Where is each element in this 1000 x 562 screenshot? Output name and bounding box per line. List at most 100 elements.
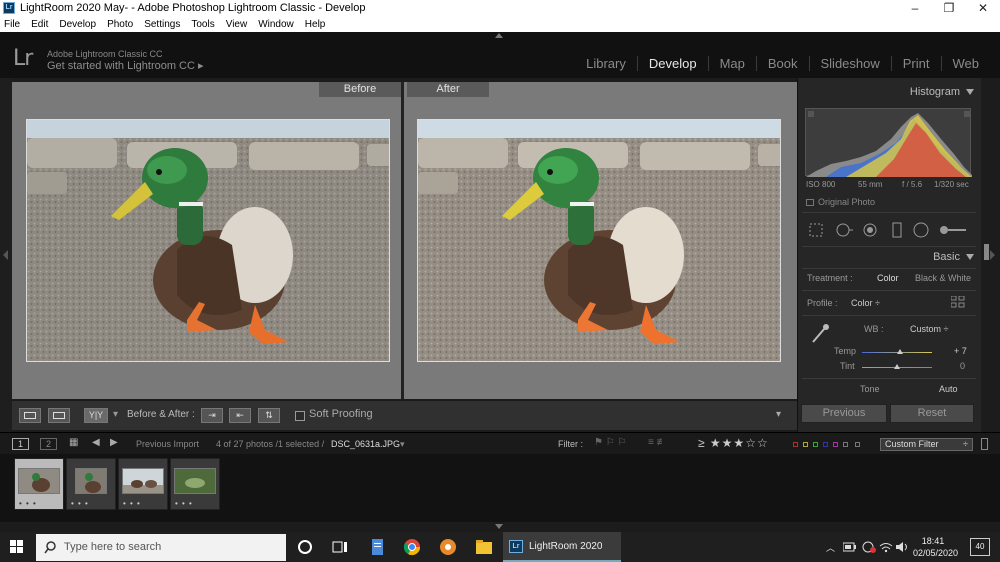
red-label-filter[interactable] [793, 442, 798, 447]
filmstrip-thumbnail[interactable]: • • • [66, 458, 116, 510]
flag-filter-icons[interactable]: ⚑ ⚐ ⚐ [594, 437, 626, 448]
swap-before-after-button[interactable]: ⇅ [258, 408, 280, 423]
menu-window[interactable]: Window [258, 19, 294, 30]
before-after-side-by-side-button[interactable]: Y|Y [84, 408, 108, 423]
chrome-icon[interactable] [403, 538, 421, 556]
custom-filter-dropdown[interactable]: Custom Filter ÷ [880, 438, 973, 451]
menu-settings[interactable]: Settings [144, 19, 180, 30]
right-panel-toggle-icon[interactable] [990, 250, 995, 260]
rating-filter[interactable]: ≥ ★★★☆☆ [698, 436, 769, 450]
module-slideshow[interactable]: Slideshow [808, 56, 891, 71]
tint-slider-knob[interactable] [894, 364, 900, 369]
after-photo[interactable] [417, 119, 781, 362]
other-label-filter[interactable] [843, 442, 848, 447]
original-photo-checkbox-icon[interactable] [806, 199, 814, 206]
filmstrip-source[interactable]: Previous Import [136, 439, 199, 449]
wifi-icon[interactable] [879, 541, 893, 553]
crop-tool-icon[interactable] [808, 222, 824, 238]
back-arrow-icon[interactable]: ◀ [92, 437, 100, 448]
histogram[interactable] [805, 108, 972, 177]
soft-proofing-checkbox[interactable] [295, 411, 305, 421]
copy-after-to-before-button[interactable]: ⇤ [229, 408, 251, 423]
red-eye-tool-icon[interactable] [862, 222, 878, 238]
filmstrip-thumbnail[interactable]: • • • [14, 458, 64, 510]
adjustment-brush-icon[interactable] [938, 222, 968, 238]
filename-dropdown-icon[interactable]: ▾ [400, 439, 405, 450]
purple-label-filter[interactable] [833, 442, 838, 447]
volume-icon[interactable] [895, 541, 909, 553]
forward-arrow-icon[interactable]: ▶ [110, 437, 118, 448]
radial-filter-icon[interactable] [913, 222, 929, 238]
copy-before-to-after-button[interactable]: ⇥ [201, 408, 223, 423]
loupe-view-button[interactable] [19, 408, 41, 423]
before-photo[interactable] [26, 119, 390, 362]
windows-start-icon[interactable] [10, 540, 24, 554]
network-icon[interactable] [862, 541, 876, 553]
previous-button[interactable]: Previous [801, 404, 887, 423]
tint-value[interactable]: 0 [960, 361, 965, 371]
edit-filter-icon[interactable]: ≡ ≢ [648, 437, 667, 448]
filmstrip-thumbnail[interactable]: • • • [170, 458, 220, 510]
top-panel-toggle-icon[interactable] [495, 33, 503, 38]
module-book[interactable]: Book [755, 56, 809, 71]
graduated-filter-icon[interactable] [889, 222, 905, 238]
maximize-button[interactable]: ❐ [932, 0, 966, 17]
wb-dropdown[interactable]: Custom ÷ [910, 324, 948, 334]
minimize-button[interactable]: – [898, 0, 932, 17]
white-balance-eyedropper-icon[interactable] [809, 322, 831, 346]
module-web[interactable]: Web [940, 56, 991, 71]
profile-browser-icon[interactable] [951, 296, 965, 308]
yellow-label-filter[interactable] [803, 442, 808, 447]
menu-photo[interactable]: Photo [107, 19, 133, 30]
blue-label-filter[interactable] [823, 442, 828, 447]
treatment-bw-option[interactable]: Black & White [915, 273, 971, 283]
module-library[interactable]: Library [575, 56, 637, 71]
filter-lock-icon[interactable] [981, 438, 988, 450]
treatment-color-option[interactable]: Color [877, 273, 899, 283]
module-print[interactable]: Print [890, 56, 941, 71]
app-gear-icon[interactable] [439, 538, 457, 556]
main-monitor-button[interactable]: 1 [12, 438, 29, 450]
menu-file[interactable]: File [4, 19, 20, 30]
secondary-monitor-button[interactable]: 2 [40, 438, 57, 450]
right-panel-scrollbar[interactable] [981, 78, 1000, 432]
file-icon[interactable] [368, 538, 386, 556]
battery-icon[interactable] [843, 542, 857, 552]
notification-center-icon[interactable]: 40 [970, 538, 990, 556]
module-develop[interactable]: Develop [636, 56, 708, 71]
system-clock[interactable]: 18:41 02/05/2020 [913, 535, 958, 559]
close-button[interactable]: ✕ [966, 0, 1000, 17]
module-map[interactable]: Map [707, 56, 756, 71]
file-explorer-icon[interactable] [475, 538, 493, 556]
current-filename[interactable]: DSC_0631a.JPG [331, 439, 400, 449]
toolbar-menu-chevron-icon[interactable]: ▾ [776, 409, 781, 420]
menu-edit[interactable]: Edit [31, 19, 48, 30]
green-label-filter[interactable] [813, 442, 818, 447]
basic-panel-header[interactable]: Basic [798, 247, 982, 267]
filmstrip-toggle-icon[interactable] [495, 524, 503, 529]
menu-tools[interactable]: Tools [191, 19, 214, 30]
menu-develop[interactable]: Develop [59, 19, 96, 30]
view-mode-dropdown-icon[interactable]: ▾ [113, 409, 118, 420]
original-photo-toggle[interactable]: Original Photo [806, 197, 875, 207]
left-panel-toggle-icon[interactable] [3, 250, 8, 260]
lightroom-taskbar-button[interactable]: Lr LightRoom 2020 M... [503, 532, 621, 562]
basic-collapse-icon[interactable] [966, 254, 974, 260]
tray-chevron-icon[interactable]: ︿ [826, 541, 835, 554]
before-after-left-right-button[interactable] [48, 408, 70, 423]
left-panel-collapsed[interactable] [0, 78, 12, 432]
auto-tone-button[interactable]: Auto [939, 384, 958, 394]
cortana-icon[interactable] [296, 538, 314, 556]
scrollbar-thumb[interactable] [984, 244, 989, 260]
histogram-collapse-icon[interactable] [966, 89, 974, 95]
filmstrip-thumbnail[interactable]: • • • [118, 458, 168, 510]
temp-slider-knob[interactable] [897, 349, 903, 354]
task-view-icon[interactable] [331, 538, 349, 556]
no-label-filter[interactable] [855, 442, 860, 447]
profile-dropdown[interactable]: Color ÷ [851, 298, 880, 308]
menu-help[interactable]: Help [305, 19, 326, 30]
reset-button[interactable]: Reset [890, 404, 974, 423]
menu-view[interactable]: View [226, 19, 248, 30]
grid-view-icon[interactable]: ▦ [69, 437, 78, 448]
taskbar-search-box[interactable]: Type here to search [36, 534, 286, 561]
